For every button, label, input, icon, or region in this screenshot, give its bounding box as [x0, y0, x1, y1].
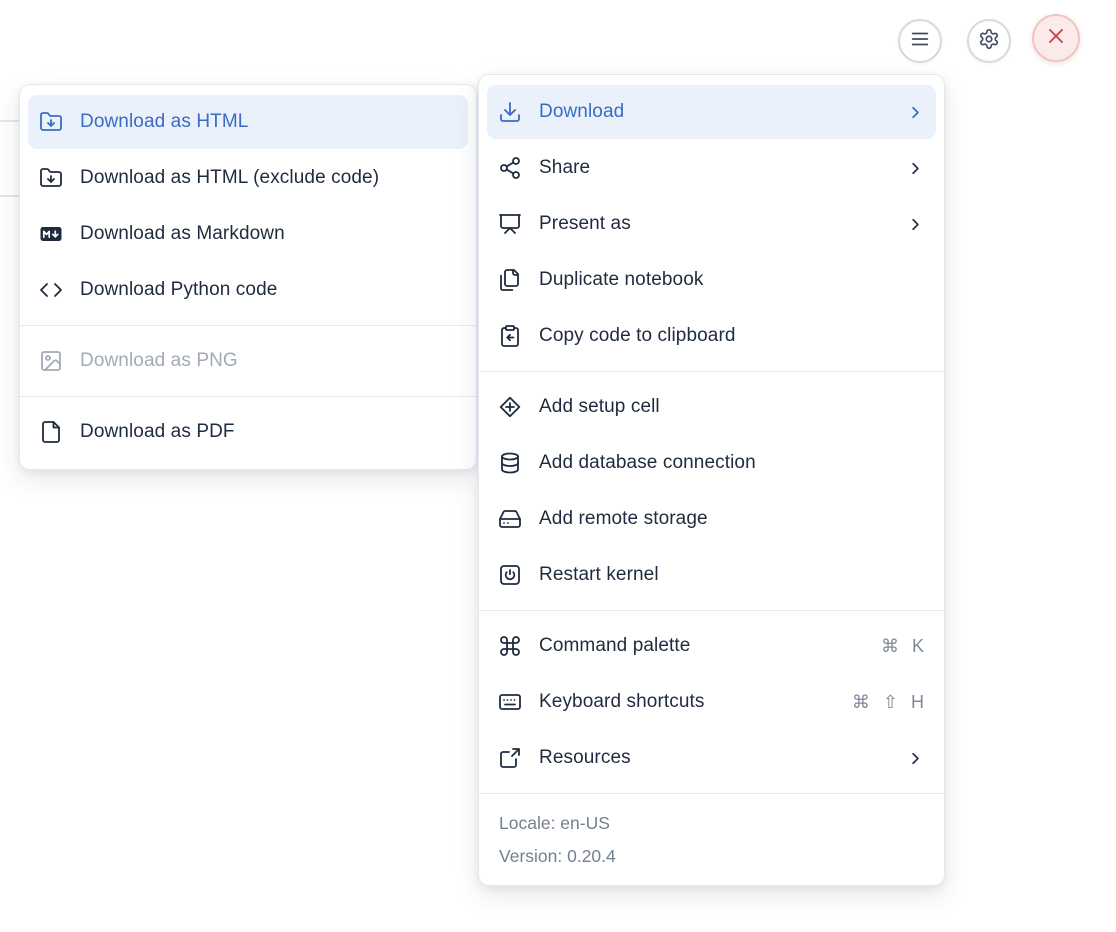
- menu-item-label: Download as HTML: [80, 111, 457, 133]
- menu-item-share[interactable]: Share: [487, 141, 936, 195]
- menu-item-label: Download as HTML (exclude code): [80, 167, 457, 189]
- version-text: Version: 0.20.4: [499, 840, 924, 873]
- menu-item-label: Restart kernel: [539, 564, 925, 586]
- menu-item-label: Add remote storage: [539, 508, 925, 530]
- menu-item-label: Command palette: [539, 635, 881, 657]
- menu-item-download-python-code[interactable]: Download Python code: [28, 263, 468, 317]
- menu-item-label: Download as PDF: [80, 421, 457, 443]
- image-icon: [39, 349, 63, 373]
- background-panel-edge: [0, 120, 19, 122]
- command-icon: [498, 634, 522, 658]
- menu-item-resources[interactable]: Resources: [487, 731, 936, 785]
- menu-separator: [479, 793, 944, 794]
- menu-item-download-as-png: Download as PNG: [28, 334, 468, 388]
- menu-item-label: Resources: [539, 747, 906, 769]
- files-icon: [498, 268, 522, 292]
- presentation-icon: [498, 212, 522, 236]
- menu-item-label: Download: [539, 101, 906, 123]
- shortcut-hint: ⌘ ⇧ H: [852, 692, 925, 713]
- share-icon: [498, 156, 522, 180]
- menu-item-label: Present as: [539, 213, 906, 235]
- menu-item-download-as-html-exclude-code[interactable]: Download as HTML (exclude code): [28, 151, 468, 205]
- menu-footer: Locale: en-US Version: 0.20.4: [479, 802, 944, 877]
- menu-item-download-as-html[interactable]: Download as HTML: [28, 95, 468, 149]
- app-canvas: Download as HTML Download as HTML (exclu…: [0, 0, 1116, 932]
- hamburger-icon: [909, 28, 931, 55]
- folder-down-icon: [39, 166, 63, 190]
- menu-item-copy-code-to-clipboard[interactable]: Copy code to clipboard: [487, 309, 936, 363]
- folder-down-icon: [39, 110, 63, 134]
- markdown-icon: [39, 222, 63, 246]
- hard-drive-icon: [498, 507, 522, 531]
- menu-item-keyboard-shortcuts[interactable]: Keyboard shortcuts ⌘ ⇧ H: [487, 675, 936, 729]
- background-panel-edge: [0, 195, 19, 197]
- chevron-right-icon: [906, 215, 925, 234]
- menu-item-add-setup-cell[interactable]: Add setup cell: [487, 380, 936, 434]
- power-square-icon: [498, 563, 522, 587]
- chevron-right-icon: [906, 159, 925, 178]
- notebook-menu-button[interactable]: [898, 19, 942, 63]
- menu-item-present-as[interactable]: Present as: [487, 197, 936, 251]
- menu-item-download-as-markdown[interactable]: Download as Markdown: [28, 207, 468, 261]
- clipboard-copy-icon: [498, 324, 522, 348]
- menu-separator: [20, 325, 476, 326]
- code-icon: [39, 278, 63, 302]
- menu-item-add-remote-storage[interactable]: Add remote storage: [487, 492, 936, 546]
- shortcut-hint: ⌘ K: [881, 636, 925, 657]
- locale-text: Locale: en-US: [499, 807, 924, 840]
- menu-item-label: Download Python code: [80, 279, 457, 301]
- menu-item-label: Add setup cell: [539, 396, 925, 418]
- menu-separator: [479, 610, 944, 611]
- menu-item-command-palette[interactable]: Command palette ⌘ K: [487, 619, 936, 673]
- menu-item-label: Duplicate notebook: [539, 269, 925, 291]
- menu-item-download-as-pdf[interactable]: Download as PDF: [28, 405, 468, 459]
- menu-item-restart-kernel[interactable]: Restart kernel: [487, 548, 936, 602]
- gear-icon: [978, 28, 1000, 55]
- chevron-right-icon: [906, 749, 925, 768]
- notebook-actions-menu: Download Share: [478, 74, 945, 886]
- diamond-plus-icon: [498, 395, 522, 419]
- menu-item-download[interactable]: Download: [487, 85, 936, 139]
- file-icon: [39, 420, 63, 444]
- external-link-icon: [498, 746, 522, 770]
- menu-item-label: Add database connection: [539, 452, 925, 474]
- menu-item-label: Share: [539, 157, 906, 179]
- keyboard-icon: [498, 690, 522, 714]
- chevron-right-icon: [906, 103, 925, 122]
- settings-button[interactable]: [967, 19, 1011, 63]
- menu-item-duplicate-notebook[interactable]: Duplicate notebook: [487, 253, 936, 307]
- menu-item-label: Keyboard shortcuts: [539, 691, 852, 713]
- download-icon: [498, 100, 522, 124]
- close-icon: [1044, 24, 1068, 53]
- shutdown-button[interactable]: [1032, 14, 1080, 62]
- menu-item-label: Download as PNG: [80, 350, 457, 372]
- menu-item-label: Copy code to clipboard: [539, 325, 925, 347]
- menu-item-label: Download as Markdown: [80, 223, 457, 245]
- menu-separator: [479, 371, 944, 372]
- menu-separator: [20, 396, 476, 397]
- menu-item-add-database-connection[interactable]: Add database connection: [487, 436, 936, 490]
- download-submenu: Download as HTML Download as HTML (exclu…: [19, 84, 477, 470]
- database-icon: [498, 451, 522, 475]
